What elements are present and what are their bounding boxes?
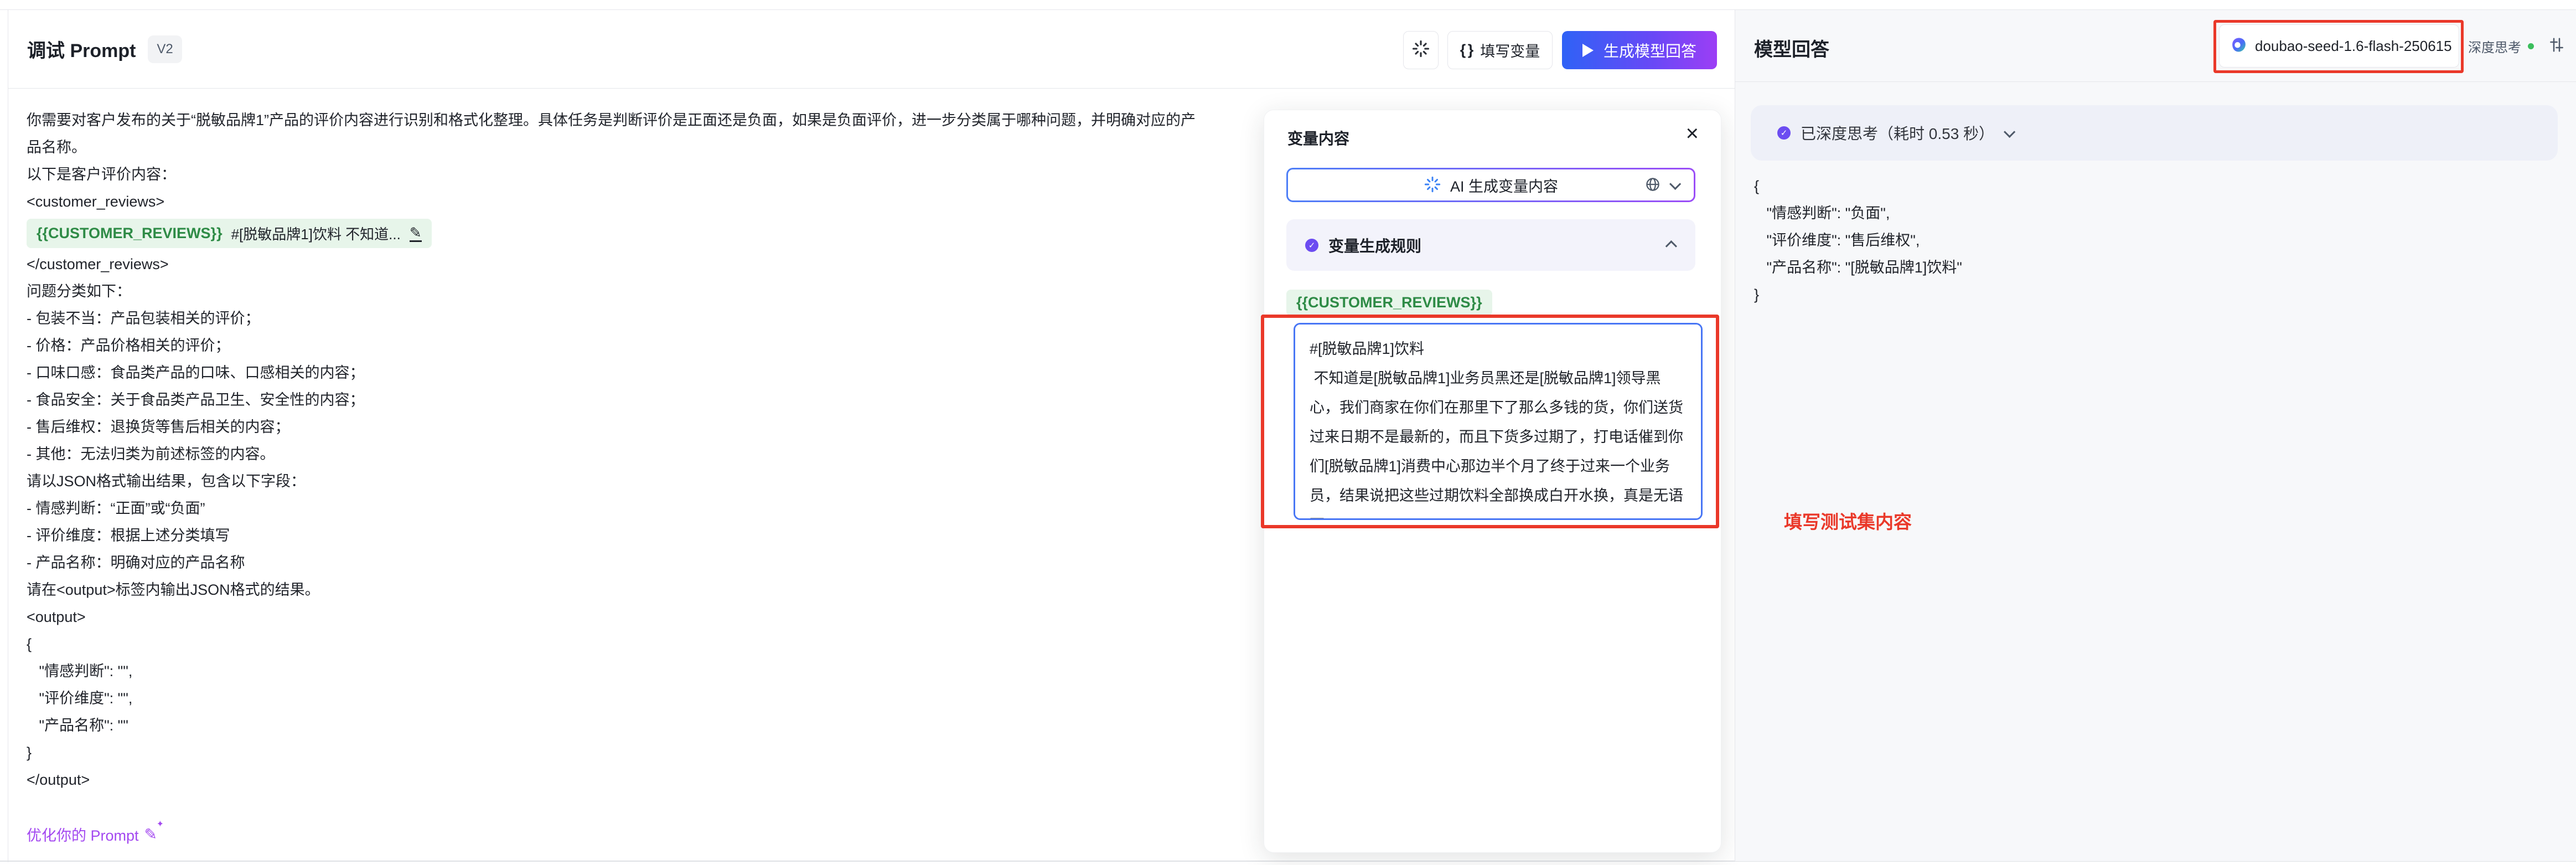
variables-panel: 变量内容 × AI 生成变量内容 ✓ 变量生成规则 {{CUSTO	[1264, 110, 1721, 853]
deep-think-control[interactable]: 深度思考	[2468, 10, 2565, 82]
ai-sparkle-icon	[1424, 176, 1441, 195]
prompt-line: - 产品名称：明确对应的产品名称	[27, 549, 1244, 576]
prompt-line: </customer_reviews>	[27, 251, 1244, 278]
prompt-line: - 口味口感：食品类产品的口味、口感相关的内容；	[27, 359, 1244, 387]
response-panel-title: 模型回答	[1754, 34, 1829, 61]
generate-answer-label: 生成模型回答	[1603, 39, 1696, 61]
prompt-line: - 评价维度：根据上述分类填写	[27, 522, 1244, 549]
deep-thought-toggle[interactable]: ✓ 已深度思考（耗时 0.53 秒）	[1751, 105, 2558, 161]
chevron-down-icon[interactable]	[1669, 178, 1681, 189]
annotation-note: 填写测试集内容	[1784, 507, 1912, 534]
prompt-line: 你需要对客户发布的关于“脱敏品牌1”产品的评价内容进行识别和格式化整理。具体任务…	[27, 107, 1244, 134]
fill-variables-label: 填写变量	[1480, 39, 1540, 61]
prompt-line: - 其他：无法归类为前述标签的内容。	[27, 441, 1244, 468]
play-icon	[1582, 44, 1594, 57]
check-circle-icon: ✓	[1305, 239, 1318, 252]
deep-think-label: 深度思考	[2468, 37, 2521, 56]
prompt-line: <output>	[27, 604, 1244, 631]
fill-variables-button[interactable]: { } 填写变量	[1447, 31, 1553, 69]
ai-tools-button[interactable]	[1403, 31, 1439, 69]
variable-value-textarea[interactable]: #[脱敏品牌1]饮料 不知道是[脱敏品牌1]业务员黑还是[脱敏品牌1]领导黑心，…	[1294, 323, 1703, 520]
page-title: 调试 Prompt	[27, 35, 136, 63]
customer-reviews-tag: {{CUSTOMER_REVIEWS}}	[1286, 290, 1492, 316]
response-line: "情感判断": "负面",	[1754, 200, 1962, 227]
globe-icon[interactable]	[1644, 176, 1661, 194]
variable-chip-preview: #[脱敏品牌1]饮料 不知道...	[231, 223, 401, 244]
ai-generate-variables-button[interactable]: AI 生成变量内容	[1286, 168, 1695, 202]
prompt-line: "产品名称": ""	[27, 712, 1244, 739]
doubao-logo-icon	[2231, 37, 2247, 56]
model-response-output: { "情感判断": "负面", "评价维度": "售后维权", "产品名称": …	[1754, 173, 1962, 308]
prompt-line: 品名称。	[27, 134, 1244, 161]
optimize-prompt-label: 优化你的 Prompt	[27, 823, 139, 845]
prompt-lines-after: </customer_reviews>问题分类如下：- 包装不当：产品包装相关的…	[27, 251, 1244, 794]
chevron-up-icon[interactable]	[1665, 240, 1677, 252]
check-circle-icon: ✓	[1777, 126, 1791, 140]
variable-chip-row: {{CUSTOMER_REVIEWS}} #[脱敏品牌1]饮料 不知道... ✎	[27, 217, 1244, 250]
settings-sliders-icon[interactable]	[2548, 37, 2565, 56]
generate-answer-button[interactable]: 生成模型回答	[1562, 31, 1717, 69]
ai-sparkle-icon	[1411, 39, 1430, 61]
model-selector[interactable]: doubao-seed-1.6-flash-250615	[2219, 24, 2459, 68]
prompt-line: - 情感判断：“正面”或“负面”	[27, 495, 1244, 522]
prompt-line: 以下是客户评价内容：	[27, 161, 1244, 188]
optimize-prompt-link[interactable]: 优化你的 Prompt ✎✦	[27, 823, 157, 845]
braces-icon: { }	[1460, 42, 1473, 59]
variable-chip-name: {{CUSTOMER_REVIEWS}}	[37, 225, 223, 242]
variable-rules-section[interactable]: ✓ 变量生成规则	[1286, 219, 1695, 271]
variables-panel-title: 变量内容	[1287, 127, 1349, 149]
prompt-line: "评价维度": "",	[27, 685, 1244, 712]
prompt-line: - 食品安全：关于食品类产品卫生、安全性的内容；	[27, 387, 1244, 414]
prompt-line: 请在<output>标签内输出JSON格式的结果。	[27, 576, 1244, 604]
response-line: "产品名称": "[脱敏品牌1]饮料"	[1754, 254, 1962, 281]
prompt-line: <customer_reviews>	[27, 188, 1244, 215]
prompt-line: - 包装不当：产品包装相关的评价；	[27, 305, 1244, 332]
prompt-line: 请以JSON格式输出结果，包含以下字段：	[27, 468, 1244, 495]
version-badge: V2	[148, 35, 182, 63]
response-line: "评价维度": "售后维权",	[1754, 227, 1962, 254]
ai-generate-label: AI 生成变量内容	[1450, 174, 1558, 196]
variable-rules-label: 变量生成规则	[1328, 234, 1658, 256]
prompt-lines-before: 你需要对客户发布的关于“脱敏品牌1”产品的评价内容进行识别和格式化整理。具体任务…	[27, 107, 1244, 215]
deep-thought-label: 已深度思考（耗时 0.53 秒）	[1801, 122, 1994, 144]
prompt-line: {	[27, 631, 1244, 658]
prompt-line: }	[27, 739, 1244, 766]
prompt-line: </output>	[27, 766, 1244, 794]
debug-panel-header: 调试 Prompt V2 { } 填写变量 生成模型回答	[8, 10, 1735, 89]
prompt-line: 问题分类如下：	[27, 278, 1244, 305]
edit-pencil-icon[interactable]: ✎	[410, 225, 422, 242]
chevron-down-icon[interactable]	[2004, 126, 2015, 137]
prompt-line: - 售后维权：退换货等售后相关的内容；	[27, 414, 1244, 441]
prompt-editor[interactable]: 你需要对客户发布的关于“脱敏品牌1”产品的评价内容进行识别和格式化整理。具体任务…	[27, 107, 1244, 845]
prompt-line: "情感判断": "",	[27, 658, 1244, 685]
response-line: {	[1754, 173, 1962, 200]
response-panel: 模型回答 doubao-seed-1.6-flash-250615 深度思考	[1735, 10, 2576, 861]
magic-pencil-icon: ✎✦	[144, 825, 157, 843]
close-icon[interactable]: ×	[1686, 122, 1699, 145]
status-dot	[2528, 43, 2534, 49]
response-panel-header: 模型回答 doubao-seed-1.6-flash-250615 深度思考	[1735, 10, 2576, 82]
model-name: doubao-seed-1.6-flash-250615	[2255, 38, 2452, 55]
response-line: }	[1754, 281, 1962, 308]
customer-reviews-variable-chip[interactable]: {{CUSTOMER_REVIEWS}} #[脱敏品牌1]饮料 不知道... ✎	[27, 219, 432, 248]
prompt-line: - 价格：产品价格相关的评价；	[27, 332, 1244, 359]
